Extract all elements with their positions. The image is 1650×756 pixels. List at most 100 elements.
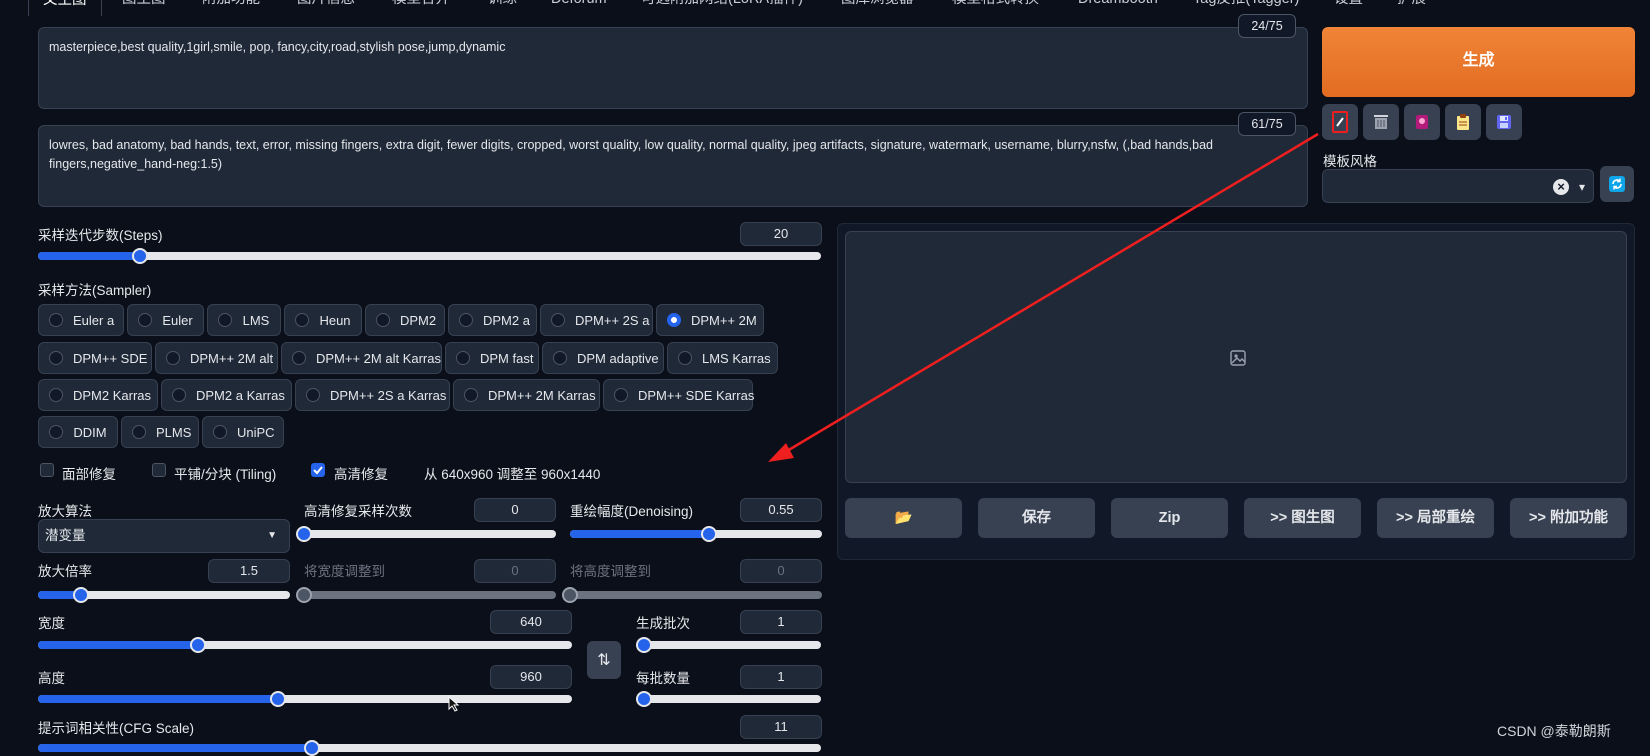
sampler-dpm-fast[interactable]: DPM fast	[445, 342, 539, 374]
sampler-dpm-adaptive[interactable]: DPM adaptive	[542, 342, 664, 374]
send-to-inpaint-button[interactable]: >> 局部重绘	[1377, 498, 1494, 538]
cfg-scale-slider[interactable]	[38, 740, 821, 756]
extra-networks-button[interactable]	[1404, 104, 1440, 140]
tab-img2img[interactable]: 图生图	[122, 0, 166, 15]
save-button[interactable]: 保存	[978, 498, 1095, 538]
checkmark-icon	[313, 466, 323, 475]
sampler-dpm2[interactable]: DPM2	[365, 304, 445, 336]
open-folder-button[interactable]: 📂	[845, 498, 962, 538]
resize-width-slider-knob[interactable]	[296, 587, 312, 603]
hires-steps-input[interactable]: 0	[474, 498, 556, 522]
hires-steps-slider-knob[interactable]	[296, 526, 312, 542]
pencil-tool-button[interactable]	[1322, 104, 1358, 140]
hires-fix-checkbox[interactable]	[311, 463, 325, 477]
hires-steps-slider[interactable]	[296, 526, 556, 542]
tab-png-info[interactable]: 图片信息	[297, 0, 355, 15]
resize-height-input[interactable]: 0	[740, 559, 822, 583]
refresh-styles-button[interactable]	[1600, 166, 1634, 202]
radio-dot	[172, 388, 186, 402]
width-label: 宽度	[38, 616, 65, 631]
sampler-ddim[interactable]: DDIM	[38, 416, 118, 448]
tab-train[interactable]: 训练	[488, 0, 517, 15]
tab-tagger[interactable]: Tag反推(Tagger)	[1193, 0, 1299, 15]
batch-size-input[interactable]: 1	[740, 665, 822, 689]
clear-prompt-button[interactable]	[1363, 104, 1399, 140]
sampler-unipc[interactable]: UniPC	[202, 416, 284, 448]
resize-height-slider-knob[interactable]	[562, 587, 578, 603]
sampler-dpmpp-2s-a-karras[interactable]: DPM++ 2S a Karras	[295, 379, 450, 411]
batch-count-slider-knob[interactable]	[636, 637, 652, 653]
sampler-dpmpp-2m-alt[interactable]: DPM++ 2M alt	[155, 342, 278, 374]
positive-prompt-input[interactable]: masterpiece,best quality,1girl,smile, po…	[38, 27, 1308, 109]
batch-size-slider[interactable]	[636, 691, 821, 707]
width-slider[interactable]	[38, 637, 572, 653]
tab-deforum[interactable]: Deforum	[551, 0, 607, 15]
sampler-lms-karras[interactable]: LMS Karras	[667, 342, 778, 374]
sampler-dpmpp-sde-karras[interactable]: DPM++ SDE Karras	[603, 379, 754, 411]
tiling-checkbox[interactable]	[152, 463, 166, 477]
tab-settings[interactable]: 设置	[1334, 0, 1363, 15]
cfg-scale-slider-knob[interactable]	[304, 740, 321, 756]
upscale-by-slider[interactable]	[38, 587, 290, 603]
sampler-euler-a[interactable]: Euler a	[38, 304, 124, 336]
width-input[interactable]: 640	[490, 610, 572, 634]
sampler-plms[interactable]: PLMS	[121, 416, 199, 448]
resize-width-slider[interactable]	[296, 587, 556, 603]
paste-style-button[interactable]	[1445, 104, 1481, 140]
batch-count-slider[interactable]	[636, 637, 821, 653]
sampler-heun[interactable]: Heun	[284, 304, 362, 336]
swap-dimensions-button[interactable]: ⇅	[587, 641, 621, 679]
save-style-button[interactable]	[1486, 104, 1522, 140]
zip-button[interactable]: Zip	[1111, 498, 1228, 538]
face-restore-checkbox[interactable]	[40, 463, 54, 477]
sampler-dpm2-karras[interactable]: DPM2 Karras	[38, 379, 158, 411]
cfg-scale-input[interactable]: 11	[740, 715, 822, 739]
radio-dot	[166, 351, 180, 365]
denoising-input[interactable]: 0.55	[740, 498, 822, 522]
steps-slider[interactable]	[38, 248, 821, 264]
width-slider-knob[interactable]	[190, 637, 207, 653]
sampler-dpm2-a[interactable]: DPM2 a	[448, 304, 537, 336]
upscaler-select[interactable]: 潜变量 ▼	[38, 519, 290, 553]
send-to-extras-button[interactable]: >> 附加功能	[1510, 498, 1627, 538]
steps-slider-knob[interactable]	[131, 248, 148, 264]
negative-prompt-input[interactable]: lowres, bad anatomy, bad hands, text, er…	[38, 125, 1308, 207]
output-image-area[interactable]	[845, 231, 1627, 483]
steps-input[interactable]: 20	[740, 222, 822, 246]
tab-merge[interactable]: 模型合并	[392, 0, 450, 15]
tab-extras[interactable]: 附加功能	[202, 0, 260, 15]
denoising-slider[interactable]	[570, 526, 822, 542]
tab-txt2img[interactable]: 文生图	[28, 0, 102, 16]
steps-label: 采样迭代步数(Steps)	[38, 228, 163, 243]
clear-style-icon[interactable]: ×	[1553, 179, 1569, 195]
upscale-by-slider-knob[interactable]	[72, 587, 89, 603]
resize-height-slider[interactable]	[562, 587, 822, 603]
denoising-slider-knob[interactable]	[700, 526, 717, 542]
generate-button[interactable]: 生成	[1322, 27, 1635, 97]
sampler-dpmpp-sde[interactable]: DPM++ SDE	[38, 342, 152, 374]
sampler-euler[interactable]: Euler	[127, 304, 204, 336]
height-slider-knob[interactable]	[270, 691, 287, 707]
sampler-dpmpp-2s-a[interactable]: DPM++ 2S a	[540, 304, 653, 336]
batch-count-input[interactable]: 1	[740, 610, 822, 634]
resize-width-input[interactable]: 0	[474, 559, 556, 583]
tab-dreambooth[interactable]: Dreambooth	[1078, 0, 1158, 15]
upscale-by-input[interactable]: 1.5	[208, 559, 290, 583]
height-input[interactable]: 960	[490, 665, 572, 689]
radio-dot	[213, 425, 227, 439]
sampler-lms[interactable]: LMS	[207, 304, 281, 336]
sampler-dpmpp-2m-alt-karras[interactable]: DPM++ 2M alt Karras	[281, 342, 442, 374]
style-label: 模板风格	[1323, 154, 1377, 169]
sampler-dpmpp-2m-karras[interactable]: DPM++ 2M Karras	[453, 379, 600, 411]
tab-lora[interactable]: 可选附加网络(LoRA插件)	[641, 0, 803, 15]
height-slider[interactable]	[38, 691, 572, 707]
sampler-dpmpp-2m[interactable]: DPM++ 2M	[656, 304, 764, 336]
tab-extensions[interactable]: 扩展	[1397, 0, 1426, 15]
tab-gallery[interactable]: 图库浏览器	[841, 0, 914, 15]
radio-dot	[132, 425, 146, 439]
sampler-dpm2-a-karras[interactable]: DPM2 a Karras	[161, 379, 292, 411]
style-select[interactable]: × ▾	[1322, 169, 1594, 203]
tab-convert[interactable]: 模型格式转换	[952, 0, 1039, 15]
send-to-img2img-button[interactable]: >> 图生图	[1244, 498, 1361, 538]
batch-size-slider-knob[interactable]	[636, 691, 652, 707]
